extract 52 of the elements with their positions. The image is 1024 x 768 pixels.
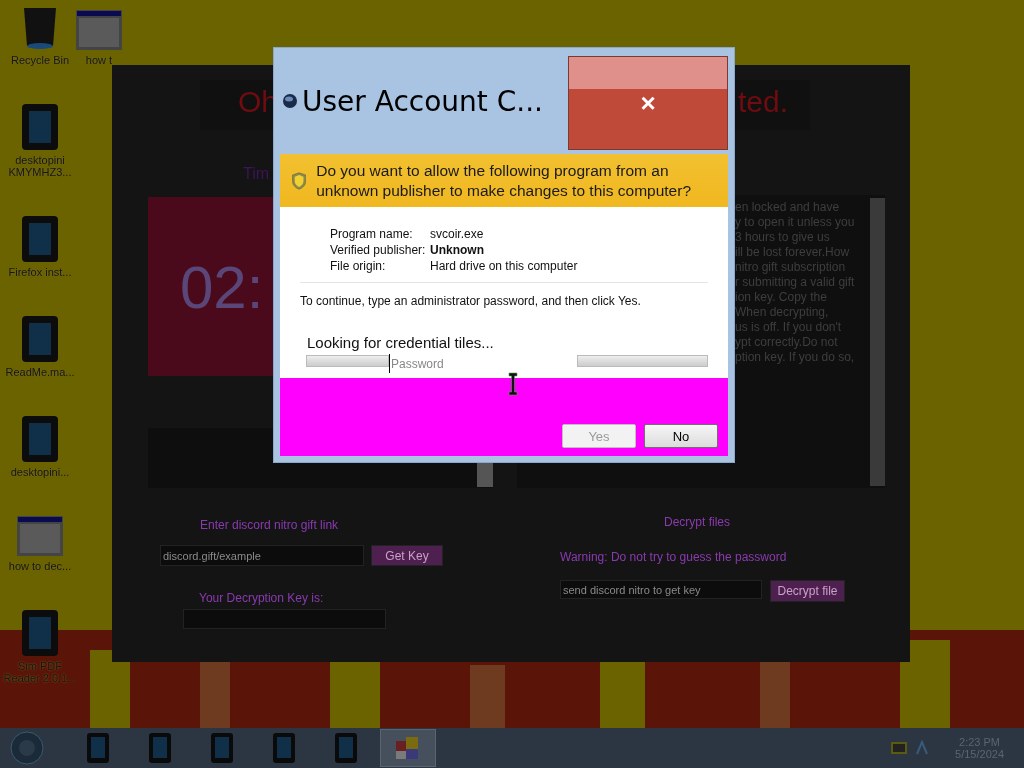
icon-label: how to dec... <box>8 560 72 572</box>
status-text: Looking for credential tiles... <box>307 334 495 351</box>
dialog-button[interactable]: No <box>644 424 718 448</box>
icon-label: Recycle Bin <box>10 54 70 66</box>
detail-label: File origin: <box>330 259 387 273</box>
detail-value: Unknown <box>430 243 485 257</box>
instruction-text: To continue, type an administrator password, and then click Yes. <box>300 294 642 308</box>
taskbar-button[interactable] <box>380 729 436 767</box>
icon-label: Sim PDF Reader 2.0.1... <box>2 660 78 684</box>
icon-label: how t <box>85 54 113 66</box>
tablet-icon[interactable] <box>22 416 58 462</box>
detail-label: Verified publisher: <box>330 243 427 257</box>
window-title: User Account C... <box>302 84 543 118</box>
window-icon[interactable] <box>17 516 63 556</box>
tablet-icon <box>335 733 357 763</box>
gift-link-field[interactable]: discord.gift/example <box>160 545 364 566</box>
start-button-icon[interactable] <box>10 731 44 765</box>
bin-icon[interactable] <box>22 6 58 50</box>
tablet-icon[interactable] <box>22 216 58 262</box>
field-label: Your Decryption Key is: <box>199 591 324 605</box>
timer-label: Tim <box>243 165 270 183</box>
icon-label: Firefox inst... <box>8 266 72 278</box>
scrollbar-thumb[interactable] <box>477 463 493 487</box>
question-text: Do you want to allow the following program from an unknown publisher to make changes to this computer? <box>316 160 692 201</box>
tablet-icon[interactable] <box>22 316 58 362</box>
icon-label: desktopini KMYMHZ3... <box>7 154 73 178</box>
icon-label: desktopini... <box>10 466 70 478</box>
warning-text: Warning: Do not try to guess the password <box>560 550 787 564</box>
detail-value: Hard drive on this computer <box>430 259 579 273</box>
close-button[interactable]: × <box>568 56 728 150</box>
timer-text: 02: <box>180 253 264 322</box>
scrollbar[interactable] <box>870 198 885 486</box>
window-heading: ted. <box>738 85 789 119</box>
tablet-icon <box>211 733 233 763</box>
tablet-icon[interactable] <box>22 104 58 150</box>
window-icon[interactable] <box>76 10 122 50</box>
get-key-button[interactable]: Get Key <box>371 545 443 566</box>
battery-icon[interactable] <box>891 742 908 754</box>
key-input-field[interactable]: send discord nitro to get key <box>560 580 762 599</box>
section-heading: Decrypt files <box>664 515 731 529</box>
detail-label: Program name: <box>330 227 414 241</box>
decrypt-button[interactable]: Decrypt file <box>770 580 845 602</box>
detail-value: svcoir.exe <box>430 227 485 241</box>
network-icon[interactable] <box>915 740 930 756</box>
globe-icon <box>282 93 298 109</box>
tablet-icon[interactable] <box>22 610 58 656</box>
tablet-icon <box>87 733 109 763</box>
icon-label: ReadMe.ma... <box>5 366 75 378</box>
field-label: Enter discord nitro gift link <box>200 518 339 532</box>
tablet-icon <box>273 733 295 763</box>
text-cursor-icon <box>508 372 518 396</box>
tablet-icon <box>149 733 171 763</box>
